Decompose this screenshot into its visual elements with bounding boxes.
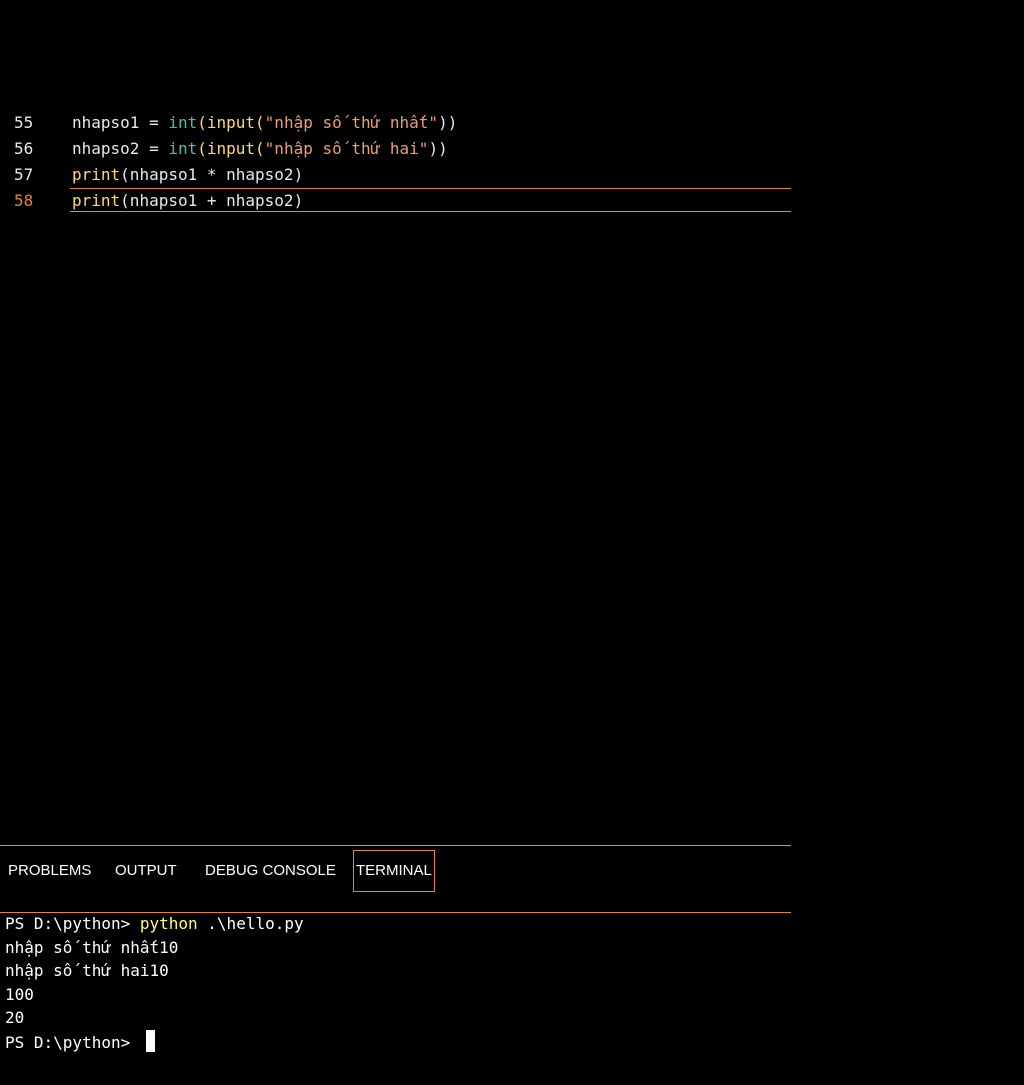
- code-token-function: (input(: [197, 113, 265, 132]
- terminal-line: nhập số thứ hai10: [5, 961, 169, 980]
- terminal-command-args: .\hello.py: [197, 914, 304, 933]
- code-line-56[interactable]: 56 nhapso2 = int(input("nhập số thứ hai"…: [0, 136, 791, 162]
- terminal-line: PS D:\python> python .\hello.py: [5, 912, 785, 936]
- terminal-line: 20: [5, 1008, 25, 1027]
- code-token: nhapso1 =: [72, 113, 169, 132]
- tab-terminal[interactable]: TERMINAL: [353, 850, 435, 892]
- code-token: )): [428, 139, 448, 158]
- terminal-cursor: [145, 1029, 155, 1052]
- code-token-function: print: [72, 165, 121, 184]
- terminal-output[interactable]: PS D:\python> python .\hello.py nhập số t…: [5, 912, 785, 1054]
- code-token: (nhapso1 * nhapso2): [120, 165, 304, 184]
- tab-output[interactable]: OUTPUT: [115, 851, 177, 891]
- code-token-function: (input(: [197, 139, 265, 158]
- code-line-57[interactable]: 57 print(nhapso1 * nhapso2): [0, 162, 791, 188]
- terminal-line: nhập số thứ nhất10: [5, 937, 179, 957]
- code-token-string: "nhập số thứ hai": [264, 139, 429, 158]
- code-editor[interactable]: 55 nhapso1 = int(input("nhập số thứ nhất…: [0, 110, 791, 214]
- code-text[interactable]: nhapso2 = int(input("nhập số thứ hai")): [72, 136, 448, 162]
- code-token-builtin: int: [168, 113, 198, 132]
- line-number-current: 58: [14, 191, 34, 210]
- code-text[interactable]: print(nhapso1 * nhapso2): [72, 162, 303, 188]
- tab-debug-console[interactable]: DEBUG CONSOLE: [205, 851, 336, 891]
- code-token: )): [438, 113, 458, 132]
- code-token-string: "nhập số thứ nhất": [264, 113, 439, 132]
- code-token-function: print: [72, 191, 121, 210]
- code-token-builtin: int: [168, 139, 198, 158]
- panel-tabs: PROBLEMS OUTPUT DEBUG CONSOLE TERMINAL: [0, 850, 791, 895]
- terminal-line[interactable]: PS D:\python>: [5, 1029, 785, 1055]
- terminal-prompt: PS D:\python>: [5, 1032, 140, 1052]
- line-number: 57: [14, 165, 34, 184]
- code-token: (nhapso1 + nhapso2): [120, 191, 304, 210]
- bottom-panel: PROBLEMS OUTPUT DEBUG CONSOLE TERMINAL P…: [0, 845, 791, 1085]
- line-number: 55: [14, 113, 34, 132]
- line-number: 56: [14, 139, 34, 158]
- code-line-55[interactable]: 55 nhapso1 = int(input("nhập số thứ nhất…: [0, 110, 791, 136]
- code-text[interactable]: nhapso1 = int(input("nhập số thứ nhất")): [72, 110, 457, 136]
- code-text[interactable]: print(nhapso1 + nhapso2): [72, 188, 303, 214]
- terminal-command: python: [139, 914, 198, 933]
- code-line-58[interactable]: 58 print(nhapso1 + nhapso2): [0, 188, 791, 214]
- panel-sash[interactable]: [0, 845, 791, 846]
- terminal-line: 100: [5, 984, 34, 1004]
- code-token: nhapso2 =: [72, 139, 169, 158]
- tab-problems[interactable]: PROBLEMS: [8, 851, 91, 891]
- terminal-prompt: PS D:\python>: [5, 914, 140, 933]
